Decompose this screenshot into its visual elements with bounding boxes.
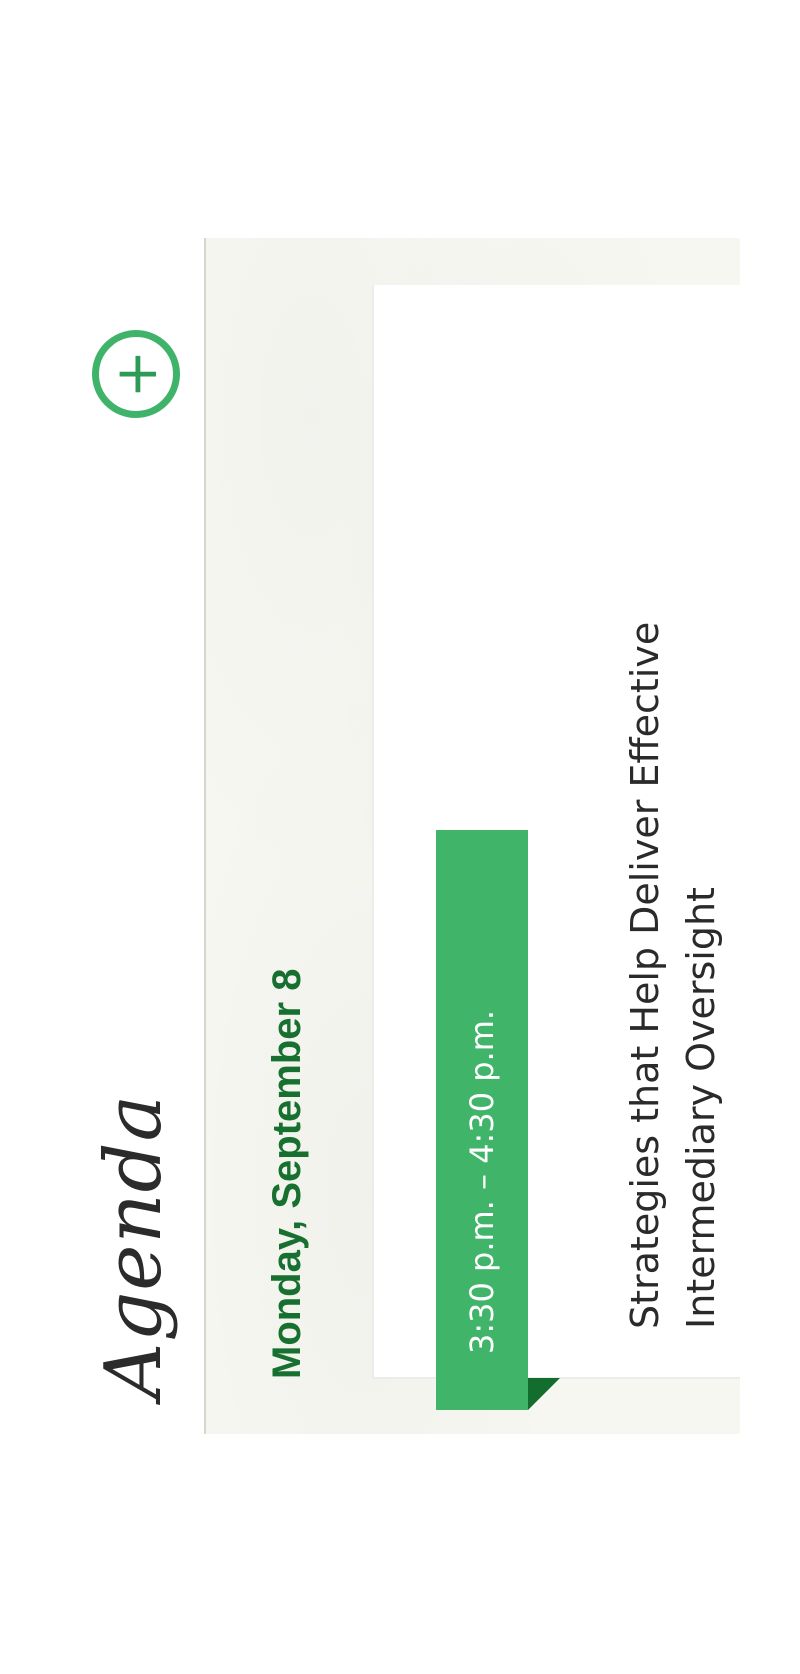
header-divider [204,238,206,1434]
day-heading: Monday, September 8 [265,968,309,1379]
session-time: 3:30 p.m. – 4:30 p.m. [463,1009,501,1354]
ribbon-fold [528,1378,560,1410]
session-time-ribbon: 3:30 p.m. – 4:30 p.m. [436,830,528,1410]
session-title-line: Intermediary Oversight [679,887,723,1329]
session-title-line: Strategies that Help Deliver Effective [623,621,667,1329]
plus-circle-icon: + [102,349,170,399]
add-button[interactable]: + [92,330,180,418]
page-title: Agenda [89,1093,179,1399]
session-title[interactable]: Strategies that Help Deliver Effective I… [617,469,729,1329]
agenda-page: Agenda + Monday, September 8 3:30 p.m. –… [0,0,800,1674]
